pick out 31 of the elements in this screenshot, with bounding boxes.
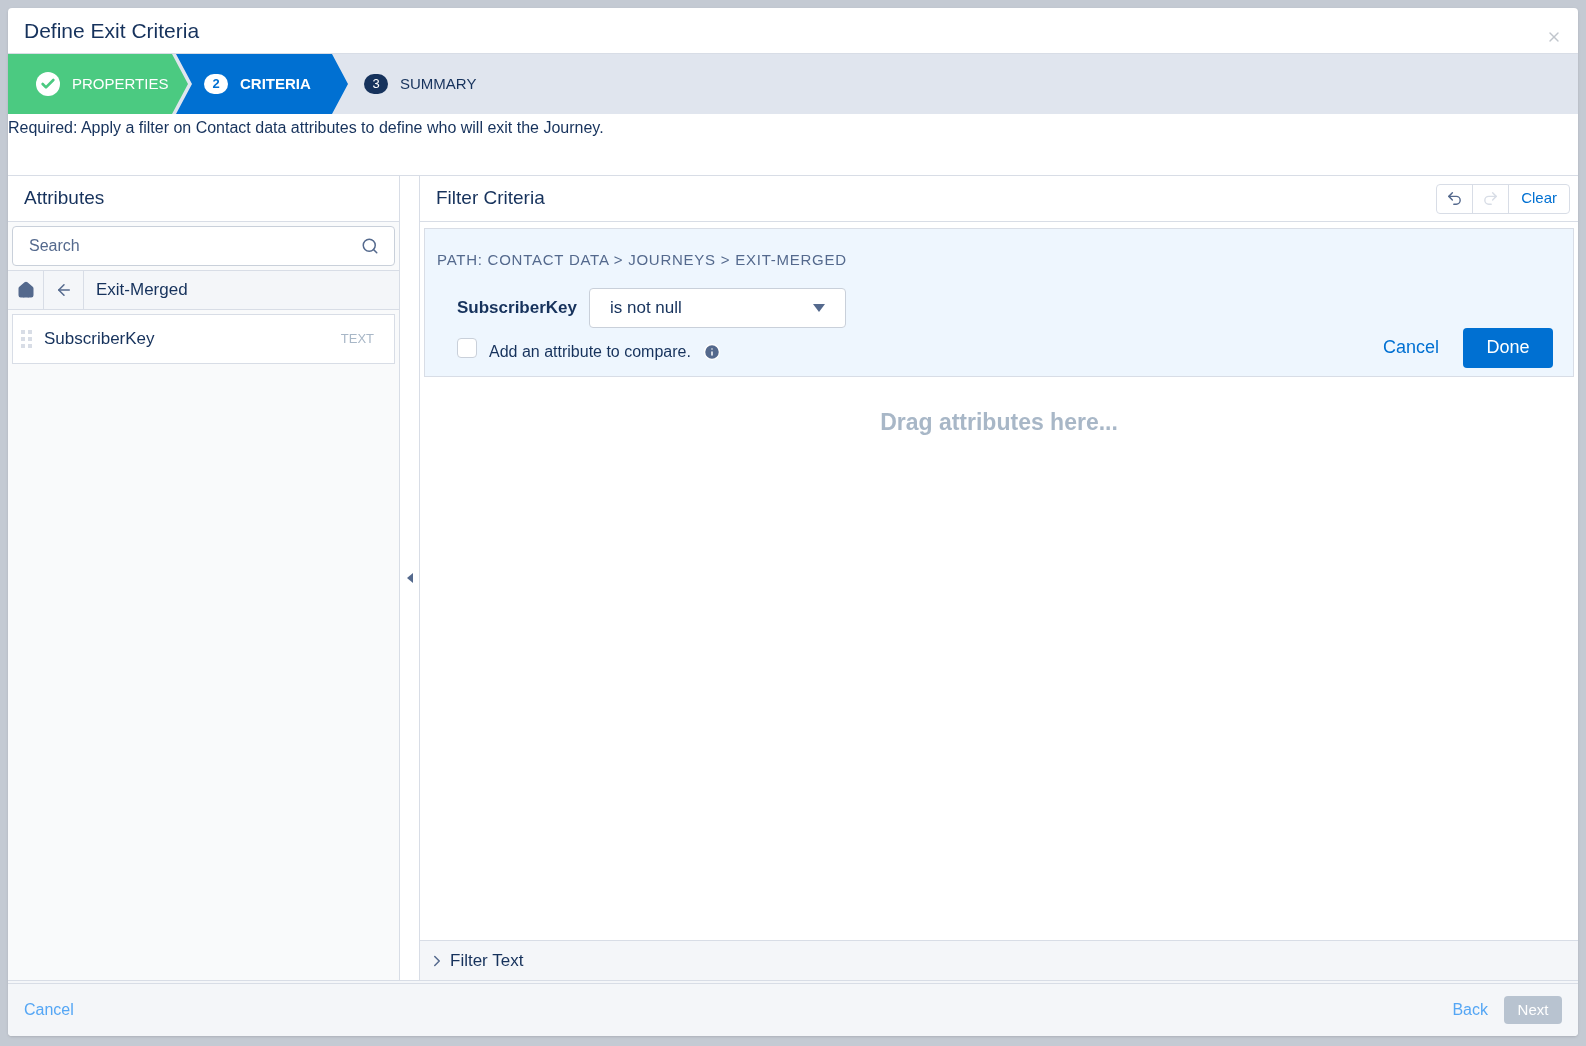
step-number: 3 <box>364 74 388 94</box>
drop-zone-hint: Drag attributes here... <box>880 407 1118 437</box>
collapse-arrow-icon[interactable] <box>406 573 413 583</box>
operator-dropdown[interactable]: is not null <box>589 287 846 328</box>
filter-text-toggle[interactable]: Filter Text <box>420 940 1578 980</box>
clear-button[interactable]: Clear <box>1509 184 1569 213</box>
check-icon <box>36 72 60 96</box>
wizard-step[interactable]: 2 CRITERIA <box>176 54 348 114</box>
info-icon <box>702 342 721 361</box>
dropdown-caret-icon <box>813 303 825 312</box>
path-text: PATH: CONTACT DATA > JOURNEYS > EXIT-MERGED <box>437 250 848 270</box>
attribute-type: TEXT <box>340 330 374 349</box>
redo-icon <box>1482 190 1500 207</box>
home-icon <box>16 281 35 299</box>
instruction-text: Required: Apply a filter on Contact data attributes to define who will exit the Journey. <box>8 118 605 138</box>
attribute-name: SubscriberKey <box>44 328 156 351</box>
compare-checkbox[interactable] <box>457 337 477 358</box>
compare-label: Add an attribute to compare. <box>489 341 691 362</box>
window-title: Define Exit Criteria <box>24 17 200 44</box>
done-button[interactable]: Done <box>1463 327 1553 368</box>
attribute-item[interactable]: SubscriberKey TEXT <box>12 314 395 364</box>
folder-name: Exit-Merged <box>95 279 189 302</box>
undo-icon <box>1446 190 1464 207</box>
search-field[interactable]: Search <box>12 226 395 266</box>
search-icon[interactable] <box>361 237 379 255</box>
cancel-button[interactable]: Cancel <box>1382 334 1439 361</box>
step-number: 2 <box>204 74 228 94</box>
drag-handle-icon <box>21 330 32 348</box>
panel-title: Filter Criteria <box>436 186 545 211</box>
attribute-label: SubscriberKey <box>457 296 577 319</box>
panel-title: Attributes <box>24 186 105 211</box>
